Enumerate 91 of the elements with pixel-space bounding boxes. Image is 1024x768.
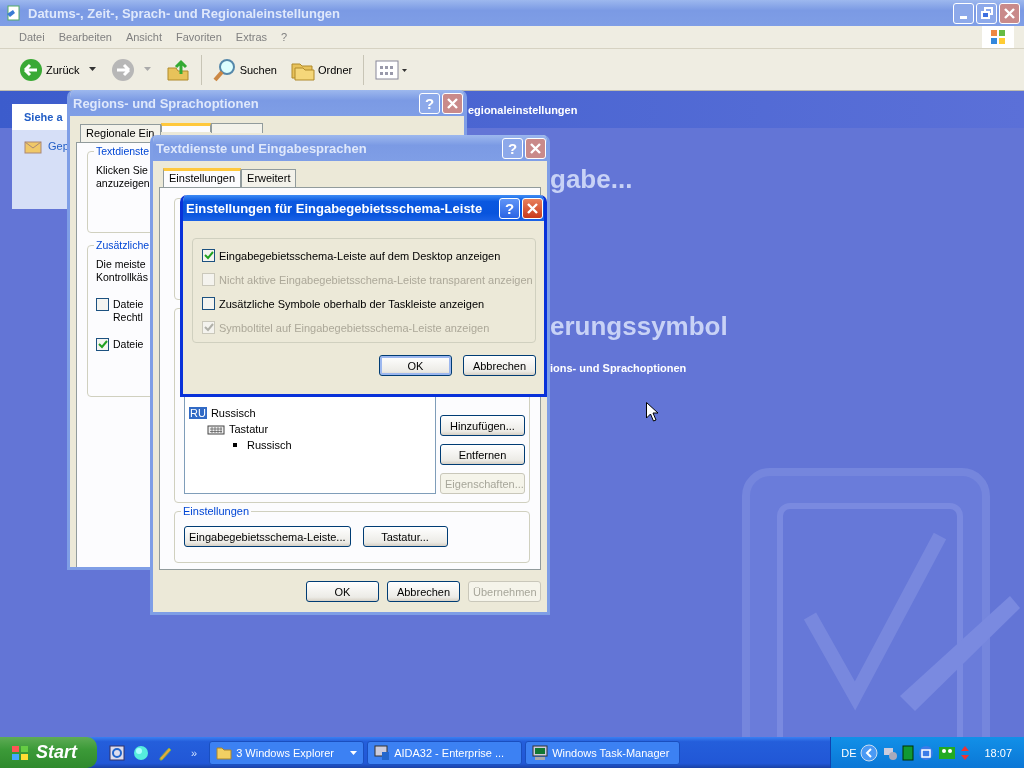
dialog-button[interactable]: Abbrechen bbox=[463, 355, 536, 376]
close-button[interactable] bbox=[525, 137, 546, 159]
menu-item[interactable]: Datei bbox=[12, 31, 52, 43]
taskbar-button[interactable]: Windows Task-Manager bbox=[525, 740, 681, 765]
document-icon bbox=[6, 5, 22, 21]
menu-item[interactable]: Ansicht bbox=[118, 31, 169, 43]
minimize-icon bbox=[960, 15, 967, 19]
group-title: Zusätzliche bbox=[94, 239, 152, 251]
menu-item[interactable]: Favoriten bbox=[169, 31, 229, 43]
start-button[interactable]: Start bbox=[0, 737, 97, 768]
taskbar-button[interactable]: 3 Windows Explorer bbox=[209, 740, 365, 765]
language-badge: RU bbox=[189, 407, 207, 419]
folder-up-icon bbox=[165, 57, 190, 82]
option-link[interactable]: ions- und Sprachoptionen bbox=[550, 362, 687, 374]
dialog-button[interactable]: Hinzufügen... bbox=[440, 415, 525, 436]
tree-item[interactable]: Russisch bbox=[247, 439, 292, 451]
dialog-button[interactable]: OK bbox=[379, 355, 452, 376]
checkbox-label: Dateie bbox=[113, 338, 144, 351]
taskbar-button[interactable]: AIDA32 - Enterprise ... bbox=[367, 740, 523, 765]
globe-icon[interactable] bbox=[133, 744, 149, 761]
computer-info-icon bbox=[374, 744, 391, 761]
dialog-button[interactable]: Abbrechen bbox=[387, 581, 460, 602]
checkbox-label: Rechtl bbox=[113, 311, 143, 324]
checkbox[interactable] bbox=[96, 338, 109, 351]
close-button[interactable] bbox=[999, 2, 1020, 24]
window-title: Datums-, Zeit-, Sprach- und Regionaleinstellungen bbox=[28, 5, 341, 21]
restore-icon bbox=[980, 7, 993, 19]
search-button[interactable]: Suchen bbox=[209, 55, 280, 84]
menu-item[interactable]: Extras bbox=[228, 31, 275, 43]
search-icon bbox=[212, 57, 237, 82]
restore-button[interactable] bbox=[976, 2, 997, 24]
description-text: Die meiste bbox=[96, 258, 146, 271]
checkbox[interactable] bbox=[202, 249, 215, 262]
dropdown-arrow-icon bbox=[143, 67, 152, 72]
help-button[interactable]: ? bbox=[499, 197, 520, 219]
checkbox-label: Nicht aktive Eingabegebietsschema-Leiste transparent anzeigen bbox=[219, 273, 533, 286]
meter-icon[interactable] bbox=[902, 744, 915, 761]
close-icon bbox=[530, 142, 541, 154]
window-icon[interactable] bbox=[918, 744, 935, 761]
keyboard-icon bbox=[207, 423, 225, 435]
minimize-button[interactable] bbox=[953, 2, 974, 24]
checkbox-label: Dateie bbox=[113, 298, 144, 311]
checkbox[interactable] bbox=[96, 298, 109, 311]
description-text: anzuzeigen bbox=[96, 177, 150, 190]
monitor-icon bbox=[532, 744, 549, 761]
windows-flag-icon bbox=[982, 26, 1014, 48]
bullet-icon bbox=[233, 443, 237, 447]
tree-item[interactable]: Russisch bbox=[210, 407, 256, 419]
folders-button[interactable]: Ordner bbox=[287, 55, 356, 84]
checkbox-label: Eingabegebietsschema-Leiste auf dem Desktop anzeigen bbox=[219, 249, 501, 262]
description-text: Klicken Sie bbox=[96, 164, 148, 177]
close-icon bbox=[1004, 7, 1015, 19]
clock: 18:07 bbox=[984, 746, 1012, 759]
dialog-button[interactable]: Eingabegebietsschema-Leiste... bbox=[184, 526, 351, 547]
dialog-title: Einstellungen für Eingabegebietsschema-Leiste bbox=[186, 200, 483, 216]
header-title: egionaleinstellungen bbox=[468, 103, 578, 116]
tab[interactable]: Einstellungen bbox=[163, 168, 242, 187]
dialog-title: Textdienste und Eingabesprachen bbox=[156, 140, 367, 156]
back-button[interactable]: Zurück bbox=[16, 55, 100, 84]
close-button[interactable] bbox=[522, 197, 543, 219]
group-title: Einstellungen bbox=[181, 505, 252, 517]
close-icon bbox=[527, 202, 538, 214]
close-icon bbox=[447, 97, 458, 109]
heading: erungssymbol bbox=[550, 311, 728, 342]
close-button[interactable] bbox=[442, 92, 463, 114]
views-icon bbox=[375, 57, 410, 82]
envelope-icon bbox=[24, 138, 42, 154]
dialog-button[interactable]: Entfernen bbox=[440, 444, 525, 465]
folder-icon bbox=[216, 745, 233, 760]
tab[interactable]: Regionale Ein bbox=[80, 124, 161, 142]
checkbox-label: Zusätzliche Symbole oberhalb der Taskleiste anzeigen bbox=[219, 297, 485, 310]
browser-icon[interactable] bbox=[109, 744, 125, 761]
overflow-chevron[interactable]: » bbox=[191, 746, 198, 759]
language-indicator[interactable]: DE bbox=[841, 746, 857, 759]
chevron-left-icon[interactable] bbox=[860, 743, 879, 762]
mouse-cursor-icon bbox=[646, 402, 658, 422]
tab[interactable] bbox=[210, 123, 263, 133]
tape-icon[interactable] bbox=[938, 745, 957, 760]
heading: gabe... bbox=[550, 164, 633, 195]
dialog-button[interactable]: Tastatur... bbox=[362, 526, 448, 547]
tree-item[interactable]: Tastatur bbox=[229, 423, 269, 435]
windows-flag-icon bbox=[10, 743, 30, 762]
description-text: Kontrollkäs bbox=[96, 271, 148, 284]
checkbox[interactable] bbox=[202, 297, 215, 310]
menu-item[interactable]: ? bbox=[274, 31, 295, 43]
dropdown-arrow-icon bbox=[88, 67, 97, 72]
group-title: Textdienste bbox=[94, 145, 152, 157]
menu-item[interactable]: Bearbeiten bbox=[51, 31, 119, 43]
tab[interactable] bbox=[160, 123, 211, 132]
dialog-button[interactable]: OK bbox=[306, 581, 379, 602]
tab[interactable]: Erweitert bbox=[241, 169, 297, 187]
